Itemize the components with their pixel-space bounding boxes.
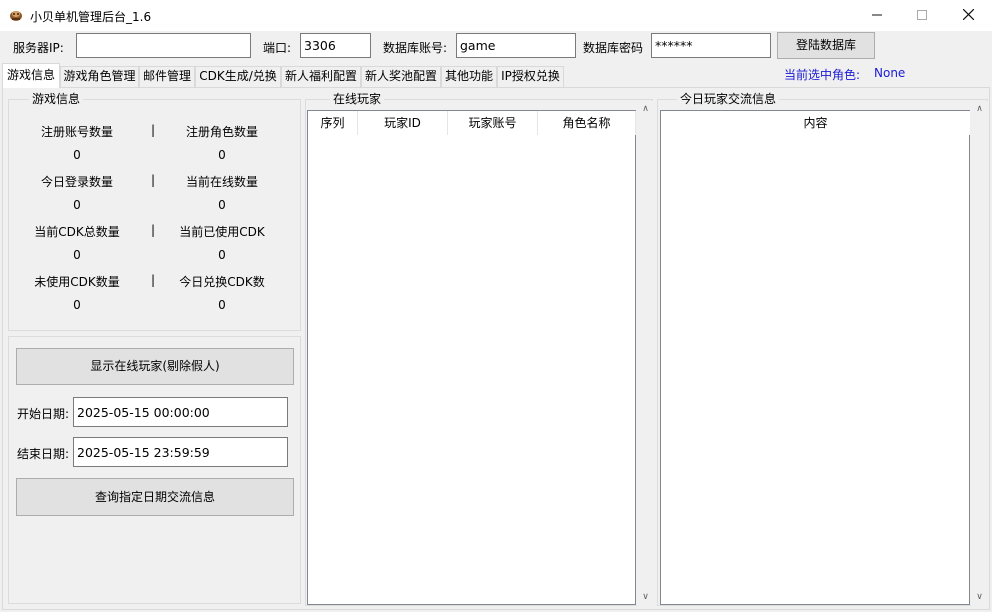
online-players-scrollbar[interactable]: ∧ ∨: [637, 101, 654, 606]
maximize-button[interactable]: [899, 0, 945, 31]
db-password-label: 数据库密码: [583, 41, 644, 55]
online-count-value: 0: [218, 198, 226, 212]
online-players-list[interactable]: 序列 玩家ID 玩家账号 角色名称: [307, 110, 636, 605]
start-date-input[interactable]: [73, 397, 288, 427]
port-label: 端口:: [263, 41, 292, 55]
today-logins-value: 0: [73, 198, 81, 212]
stat-separator: |: [151, 223, 156, 237]
registered-roles-label: 注册角色数量: [185, 125, 258, 139]
online-count-label: 当前在线数量: [185, 175, 258, 189]
cdk-total-label: 当前CDK总数量: [34, 225, 120, 239]
maximize-icon: [917, 10, 927, 20]
stat-separator: |: [151, 273, 156, 287]
cdk-used-value: 0: [218, 248, 226, 262]
minimize-icon: [872, 14, 882, 16]
cdk-total-value: 0: [73, 248, 81, 262]
close-icon: [962, 8, 974, 21]
column-header-content[interactable]: 内容: [661, 111, 970, 135]
start-date-label: 开始日期:: [17, 407, 70, 421]
column-header-role-name[interactable]: 角色名称: [538, 111, 636, 135]
tab-cdk[interactable]: CDK生成/兑换: [195, 66, 281, 87]
stat-separator: |: [151, 173, 156, 187]
scroll-down-icon[interactable]: ∨: [971, 589, 988, 606]
column-header-player-id[interactable]: 玩家ID: [358, 111, 448, 135]
minimize-button[interactable]: [854, 0, 900, 31]
cdk-unused-value: 0: [73, 298, 81, 312]
selected-role-label: 当前选中角色:: [784, 68, 861, 82]
cdk-unused-label: 未使用CDK数量: [34, 275, 120, 289]
tab-mail-management[interactable]: 邮件管理: [139, 66, 195, 87]
tab-role-management[interactable]: 游戏角色管理: [60, 66, 139, 87]
cdk-redeemed-today-label: 今日兑换CDK数: [179, 275, 265, 289]
cdk-used-label: 当前已使用CDK: [179, 225, 265, 239]
db-account-input[interactable]: [456, 33, 576, 58]
selected-role-value: None: [874, 66, 906, 80]
chat-scrollbar[interactable]: ∧ ∨: [971, 101, 988, 606]
app-icon: [10, 11, 22, 21]
tab-game-info[interactable]: 游戏信息: [2, 63, 60, 88]
db-password-input[interactable]: [651, 33, 771, 58]
scroll-down-icon[interactable]: ∨: [637, 589, 654, 606]
show-online-players-button[interactable]: 显示在线玩家(剔除假人): [16, 348, 294, 385]
end-date-label: 结束日期:: [17, 447, 70, 461]
server-ip-input[interactable]: [76, 33, 251, 58]
db-account-label: 数据库账号:: [383, 41, 448, 55]
query-chat-button[interactable]: 查询指定日期交流信息: [16, 478, 294, 516]
column-header-player-account[interactable]: 玩家账号: [448, 111, 538, 135]
chat-title: 今日玩家交流信息: [677, 92, 780, 106]
registered-accounts-label: 注册账号数量: [40, 125, 113, 139]
today-logins-label: 今日登录数量: [40, 175, 113, 189]
column-header-index[interactable]: 序列: [308, 111, 358, 135]
online-players-title: 在线玩家: [330, 92, 385, 106]
window-title: 小贝单机管理后台_1.6: [30, 10, 152, 24]
tab-ip-auth[interactable]: IP授权兑换: [497, 66, 564, 87]
registered-accounts-value: 0: [73, 148, 81, 162]
tab-newbie-welfare[interactable]: 新人福利配置: [281, 66, 361, 87]
end-date-input[interactable]: [73, 437, 288, 467]
scroll-up-icon[interactable]: ∧: [971, 101, 988, 118]
tab-other-functions[interactable]: 其他功能: [441, 66, 497, 87]
login-db-button[interactable]: 登陆数据库: [777, 32, 875, 59]
server-ip-label: 服务器IP:: [13, 41, 64, 55]
port-input[interactable]: [300, 33, 371, 58]
close-button[interactable]: [945, 0, 991, 31]
stat-separator: |: [151, 123, 156, 137]
game-info-title: 游戏信息: [29, 92, 84, 106]
tab-newbie-pool[interactable]: 新人奖池配置: [361, 66, 441, 87]
cdk-redeemed-today-value: 0: [218, 298, 226, 312]
scroll-up-icon[interactable]: ∧: [637, 101, 654, 118]
registered-roles-value: 0: [218, 148, 226, 162]
chat-list[interactable]: 内容: [660, 110, 970, 605]
